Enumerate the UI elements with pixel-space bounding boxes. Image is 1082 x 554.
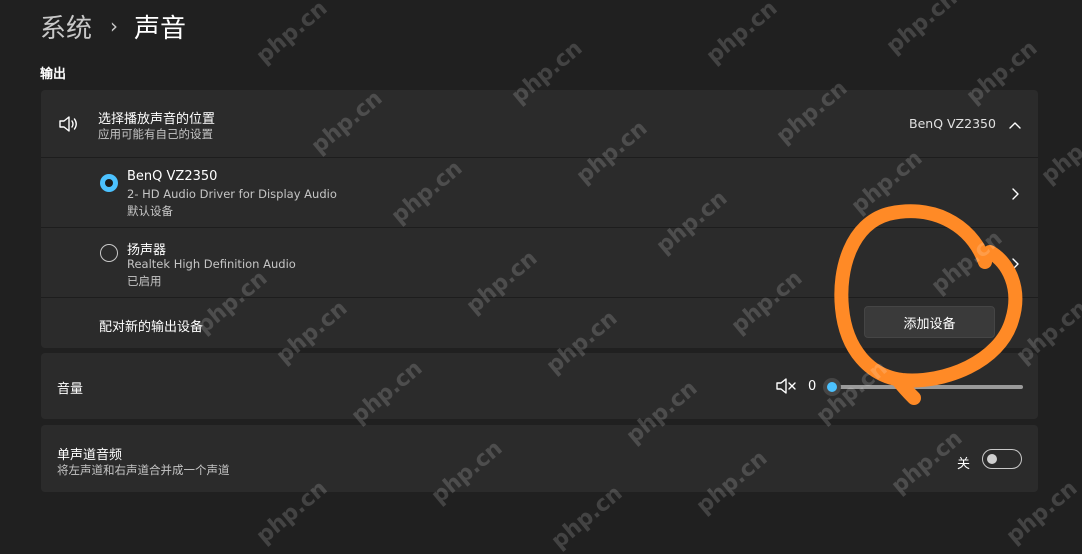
watermark-text: php.cn (1036, 115, 1082, 190)
page-title: 声音 (134, 13, 187, 44)
device-radio-unselected[interactable] (100, 244, 118, 262)
mono-audio-title: 单声道音频 (57, 448, 123, 463)
mono-audio-card: 单声道音频 将左声道和右声道合并成一个声道 关 (41, 425, 1038, 492)
volume-slider-thumb[interactable] (823, 378, 841, 396)
choose-output-subtitle: 应用可能有自己的设置 (98, 127, 213, 141)
breadcrumb-system[interactable]: 系统 (40, 8, 92, 45)
output-device-row[interactable]: 扬声器 Realtek High Definition Audio 已启用 (41, 228, 1038, 297)
output-card: 选择播放声音的位置 应用可能有自己的设置 BenQ VZ2350 BenQ VZ… (41, 90, 1038, 348)
output-device-row[interactable]: BenQ VZ2350 2- HD Audio Driver for Displ… (41, 158, 1038, 227)
add-device-button[interactable]: 添加设备 (864, 306, 995, 338)
chevron-up-icon[interactable] (1008, 117, 1022, 131)
device-status: 已启用 (127, 274, 162, 288)
volume-card: 音量 0 (41, 353, 1038, 419)
device-driver: 2- HD Audio Driver for Display Audio (127, 187, 337, 201)
device-radio-selected[interactable] (100, 174, 118, 192)
breadcrumb: 系统 › 声音 (40, 6, 186, 46)
chevron-right-icon[interactable] (1008, 186, 1022, 200)
volume-muted-icon[interactable] (776, 377, 798, 395)
mono-audio-state-label: 关 (957, 457, 971, 472)
device-status: 默认设备 (127, 204, 173, 218)
section-title-output: 输出 (40, 67, 67, 82)
mono-audio-toggle[interactable] (982, 449, 1022, 469)
device-name: BenQ VZ2350 (127, 169, 218, 184)
device-driver: Realtek High Definition Audio (127, 257, 296, 271)
watermark-text: php.cn (701, 0, 783, 70)
selected-output-device: BenQ VZ2350 (909, 116, 996, 131)
device-name: 扬声器 (127, 243, 167, 258)
choose-output-title: 选择播放声音的位置 (98, 112, 216, 127)
volume-slider-track[interactable] (831, 385, 1023, 389)
watermark-text: php.cn (881, 0, 963, 60)
mono-audio-subtitle: 将左声道和右声道合并成一个声道 (57, 463, 230, 477)
volume-label: 音量 (57, 382, 84, 397)
chevron-right-icon[interactable] (1008, 256, 1022, 270)
pair-new-device-row: 配对新的输出设备 添加设备 (41, 298, 1038, 348)
breadcrumb-separator: › (110, 14, 119, 38)
choose-output-row[interactable]: 选择播放声音的位置 应用可能有自己的设置 BenQ VZ2350 (41, 90, 1038, 157)
speaker-icon (58, 114, 80, 134)
pair-new-device-label: 配对新的输出设备 (99, 320, 204, 335)
volume-value: 0 (808, 379, 817, 394)
watermark-text: php.cn (251, 0, 333, 70)
